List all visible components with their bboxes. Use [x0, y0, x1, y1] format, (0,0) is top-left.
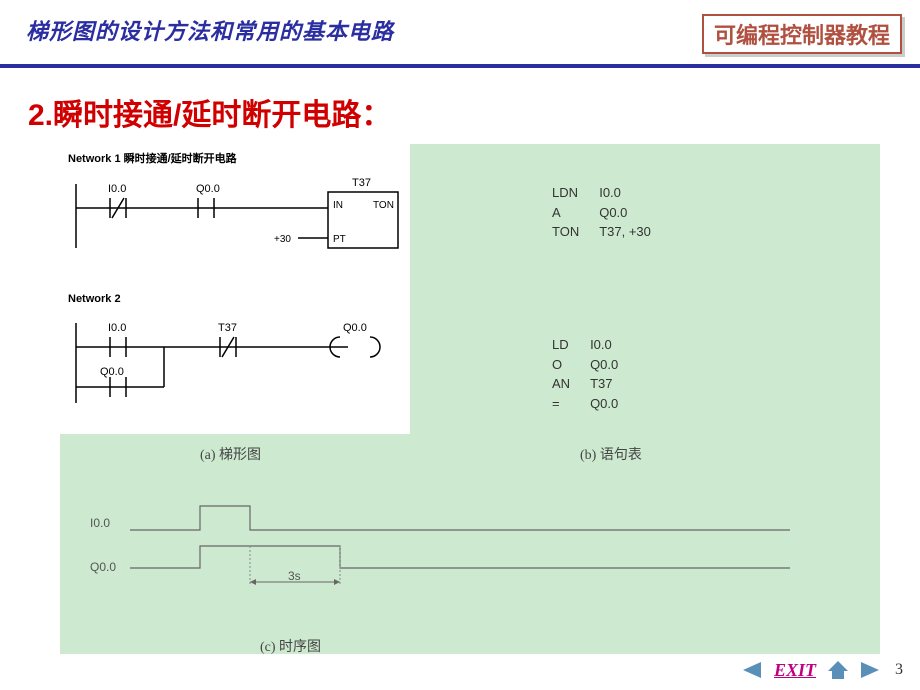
n1-q00-label: Q0.0 [196, 183, 220, 195]
timing-q00-label: Q0.0 [90, 560, 116, 574]
n1-preset-label: +30 [274, 234, 291, 245]
n1-t37-label: T37 [352, 177, 371, 189]
instruction-list-1: LDNI0.0 AQ0.0 TONT37, +30 [550, 182, 671, 243]
n2-q00coil-label: Q0.0 [343, 322, 367, 334]
triangle-left-icon [741, 660, 763, 680]
n1-ton-label: TON [373, 200, 394, 211]
n2-q00branch-label: Q0.0 [100, 366, 124, 378]
n2-i00-label: I0.0 [108, 322, 126, 334]
header-divider [0, 64, 920, 68]
ladder-network2-svg: I0.0 Q0.0 T37 Q0.0 [68, 307, 402, 417]
n1-i00-label: I0.0 [108, 183, 126, 195]
exit-button[interactable]: EXIT [770, 660, 820, 681]
page-header: 梯形图的设计方法和常用的基本电路 可编程控制器教程 [0, 0, 920, 62]
home-button[interactable] [824, 658, 852, 682]
timing-diagram: I0.0 Q0.0 3s [90, 494, 850, 644]
home-icon [826, 659, 850, 681]
instruction-list-2: LDI0.0 OQ0.0 ANT37 =Q0.0 [550, 334, 638, 414]
network2-title: Network 2 [68, 293, 402, 305]
next-button[interactable] [856, 658, 884, 682]
ladder-network1-svg: I0.0 Q0.0 T37 IN TON PT +30 [68, 168, 402, 272]
caption-a: (a) 梯形图 [200, 444, 261, 464]
network1-title: Network 1 瞬时接通/延时断开电路 [68, 150, 402, 166]
content-panel: Network 1 瞬时接通/延时断开电路 I0.0 Q0.0 T37 IN T… [60, 144, 880, 654]
n1-in-label: IN [333, 200, 343, 211]
prev-button[interactable] [738, 658, 766, 682]
n1-pt-label: PT [333, 234, 346, 245]
section-title: 2.瞬时接通/延时断开电路： [28, 90, 920, 134]
timing-i00-label: I0.0 [90, 516, 110, 530]
page-number: 3 [888, 661, 910, 679]
header-title-right: 可编程控制器教程 [702, 14, 902, 54]
header-title-left: 梯形图的设计方法和常用的基本电路 [26, 14, 394, 46]
triangle-right-icon [859, 660, 881, 680]
footer-controls: EXIT 3 [738, 658, 910, 682]
n2-t37-label: T37 [218, 322, 237, 334]
timing-delay-label: 3s [288, 569, 301, 583]
caption-b: (b) 语句表 [580, 444, 642, 464]
ladder-diagram-box: Network 1 瞬时接通/延时断开电路 I0.0 Q0.0 T37 IN T… [60, 144, 410, 434]
